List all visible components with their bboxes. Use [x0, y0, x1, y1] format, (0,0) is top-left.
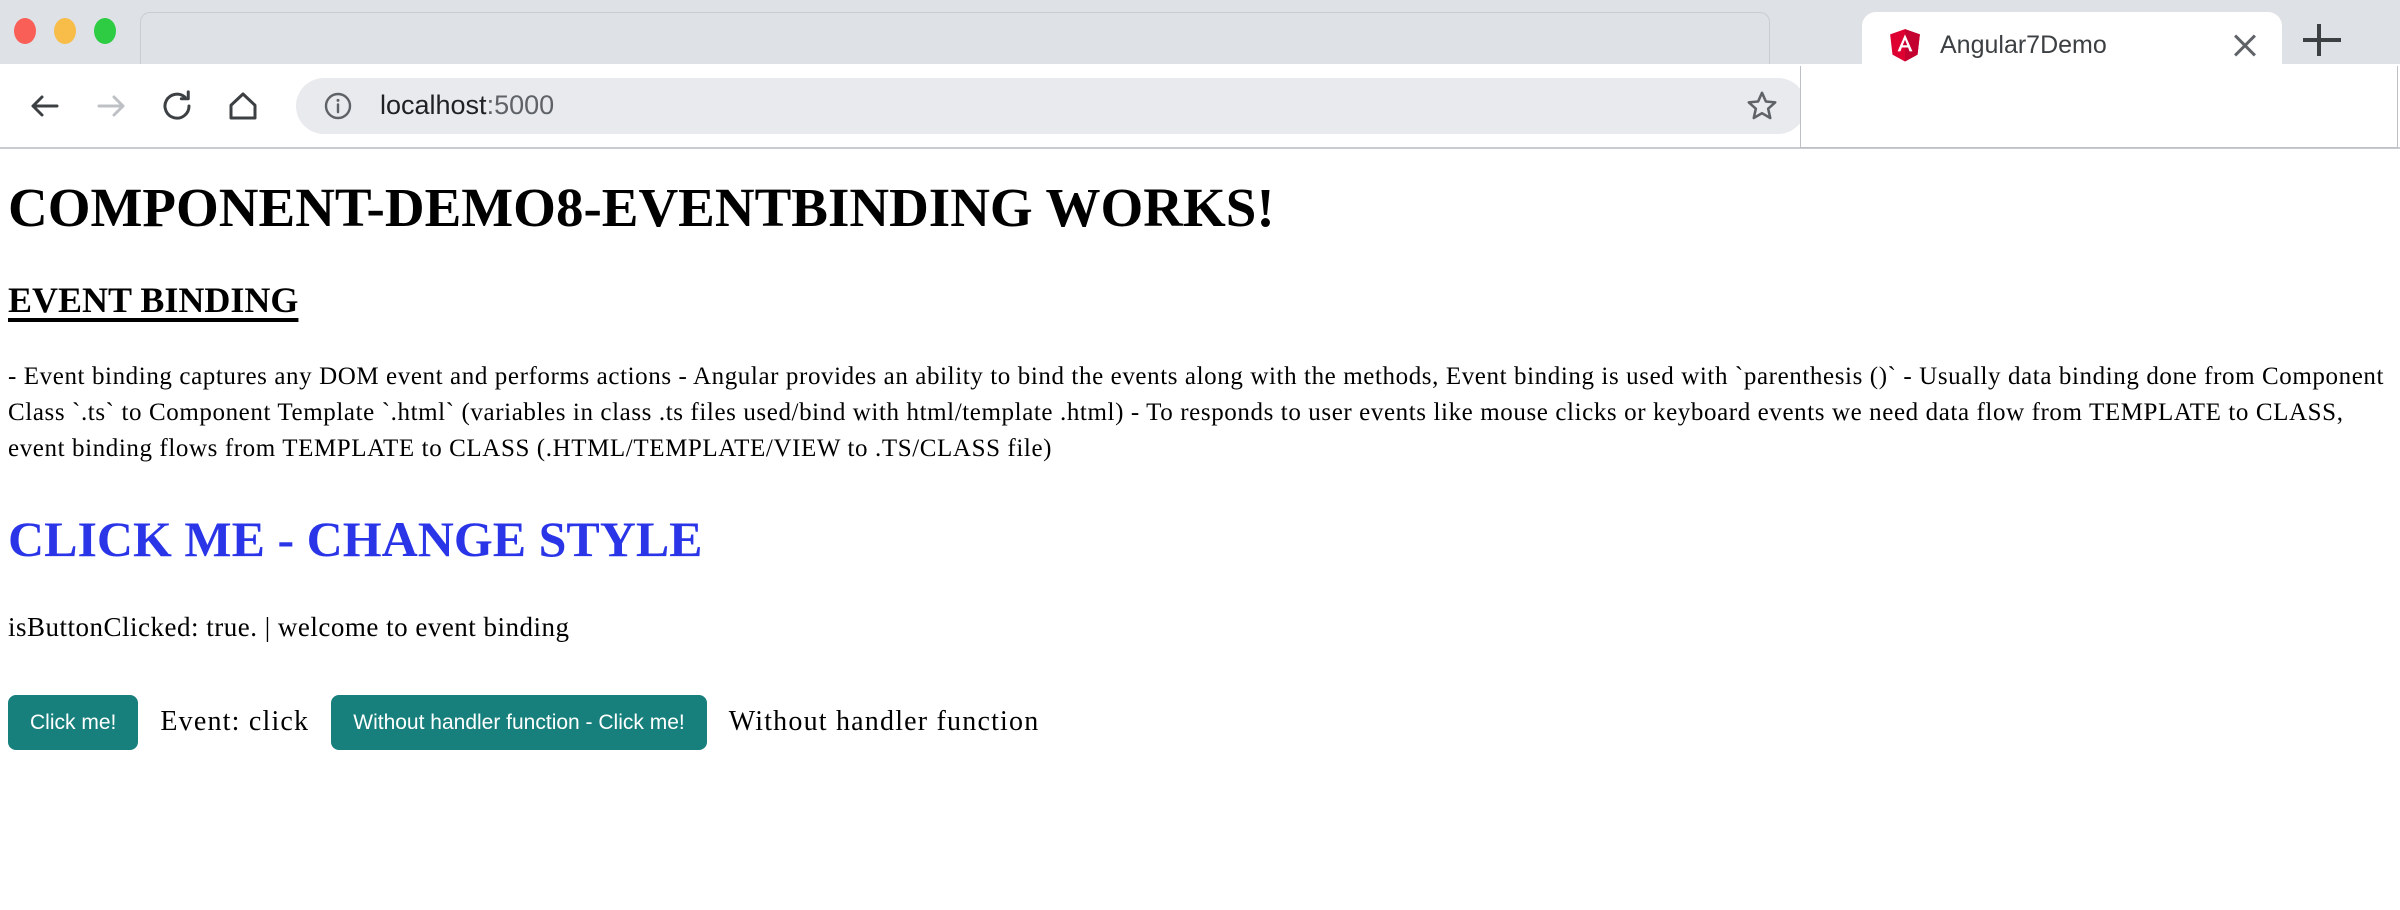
- back-arrow-icon: [31, 95, 59, 116]
- without-handler-function-label: Without handler function: [728, 706, 1040, 738]
- page-title: component-demo8-eventbinding works!: [8, 177, 1275, 238]
- forward-arrow-icon: [97, 95, 125, 116]
- home-button[interactable]: [216, 79, 270, 133]
- back-button[interactable]: [18, 79, 72, 133]
- angular-logo-icon: [1890, 29, 1920, 62]
- without-handler-function-button[interactable]: Without handler function - Click me!: [331, 694, 707, 750]
- click-me-button[interactable]: Click me!: [8, 694, 139, 750]
- button-row: Click me! Event: click Without handler f…: [8, 694, 2392, 750]
- event-click-label: Event: click: [160, 706, 310, 738]
- address-bar[interactable]: localhost:5000: [296, 77, 1806, 134]
- page-content: component-demo8-eventbinding works! Even…: [0, 149, 2400, 908]
- browser-toolbar: localhost:5000: [0, 64, 2400, 149]
- home-icon: [229, 92, 257, 119]
- browser-window: Angular7Demo localhost:5000 COMPONENT-DE…: [0, 0, 2400, 910]
- close-window-button[interactable]: [14, 18, 36, 44]
- bookmark-star-icon[interactable]: [1744, 88, 1780, 124]
- reload-button[interactable]: [150, 79, 204, 133]
- status-text: isButtonClicked: true. | welcome to even…: [8, 611, 570, 642]
- reload-icon: [163, 89, 191, 120]
- tab-title: Angular7Demo: [1940, 30, 2107, 59]
- forward-button[interactable]: [84, 79, 138, 133]
- info-circle-icon[interactable]: [322, 90, 354, 122]
- close-tab-icon[interactable]: [2228, 28, 2262, 62]
- url-text: localhost:5000: [380, 90, 1724, 121]
- empty-tab-placeholder[interactable]: [140, 12, 1770, 64]
- minimize-window-button[interactable]: [54, 18, 76, 44]
- toolbar-overflow-region: [1800, 66, 2398, 148]
- url-host: localhost: [380, 90, 487, 120]
- section-heading: Event Binding: [8, 279, 299, 320]
- description-paragraph: - Event binding captures any DOM event a…: [8, 362, 2385, 463]
- new-tab-button[interactable]: [2300, 18, 2344, 62]
- maximize-window-button[interactable]: [94, 18, 116, 44]
- url-port: :5000: [486, 90, 555, 120]
- tab-strip: Angular7Demo: [0, 0, 2400, 78]
- click-me-change-style-heading[interactable]: Click me - change style: [8, 510, 2392, 568]
- window-controls: [14, 18, 116, 44]
